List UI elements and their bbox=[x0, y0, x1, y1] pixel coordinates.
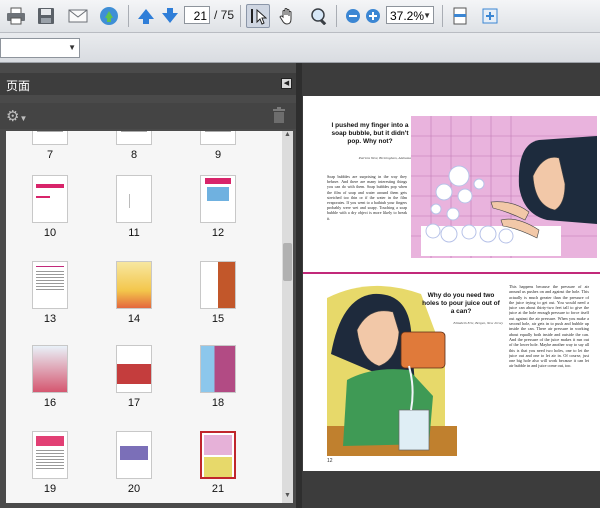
scrollbar-thumb[interactable] bbox=[283, 243, 292, 281]
scroll-up-icon[interactable]: ▲ bbox=[282, 131, 293, 142]
thumbnail-page-number: 10 bbox=[43, 227, 57, 239]
upload-icon[interactable] bbox=[97, 4, 121, 28]
thumbnail-page-number: 21 bbox=[211, 483, 225, 495]
trash-icon[interactable] bbox=[272, 107, 286, 123]
hand-tool-icon[interactable] bbox=[275, 4, 299, 28]
article-1-body: Soap bubbles are surprising in the way t… bbox=[327, 174, 407, 221]
view-dropdown[interactable]: ▼ bbox=[0, 38, 80, 58]
article-1-heading: I pushed my finger into a soap bubble, b… bbox=[331, 122, 409, 145]
pages-panel: 页面 ◀ ⚙▼ 7 8 9 10 11 12 13 14 15 16 17 18 19 20 21 ▲ ▼ bbox=[0, 63, 296, 508]
page-number-input[interactable]: 21 bbox=[184, 6, 210, 24]
chevron-down-icon: ▼ bbox=[68, 43, 76, 52]
page-number: 12 bbox=[327, 458, 333, 464]
thumbnail-page-number: 17 bbox=[127, 397, 141, 409]
zoom-in-icon[interactable] bbox=[361, 4, 385, 28]
next-page-icon[interactable] bbox=[158, 4, 182, 28]
document-page: I pushed my finger into a soap bubble, b… bbox=[303, 96, 600, 471]
toolbar-separator bbox=[240, 5, 241, 27]
thumbnail-page-number: 19 bbox=[43, 483, 57, 495]
thumbnail-page-number: 12 bbox=[211, 227, 225, 239]
thumbnail-image[interactable] bbox=[200, 261, 236, 309]
toolbar-separator bbox=[336, 5, 337, 27]
chevron-down-icon: ▼ bbox=[423, 11, 431, 20]
thumbnail-page-number: 16 bbox=[43, 397, 57, 409]
thumbnail-image[interactable] bbox=[32, 175, 68, 223]
thumbnail-page-number: 20 bbox=[127, 483, 141, 495]
thumbnail-scrollbar[interactable]: ▲ ▼ bbox=[282, 131, 293, 503]
thumbnail-image[interactable] bbox=[32, 261, 68, 309]
zoom-level-select[interactable]: 37.2% ▼ bbox=[386, 6, 434, 24]
thumbnail-page-number: 14 bbox=[127, 313, 141, 325]
main-toolbar: 21 / 75 37.2% ▼ bbox=[0, 0, 600, 33]
thumbnail-image[interactable] bbox=[116, 345, 152, 393]
collapse-panel-button[interactable]: ◀ bbox=[281, 78, 292, 89]
thumbnail-page-number: 7 bbox=[46, 149, 54, 161]
thumbnail-page-number: 11 bbox=[128, 227, 140, 239]
thumbnail-page-number: 18 bbox=[211, 397, 225, 409]
thumbnail-image[interactable] bbox=[116, 131, 152, 145]
thumbnail-image[interactable] bbox=[32, 431, 68, 479]
thumbnail-page-number: 13 bbox=[43, 313, 57, 325]
gear-icon[interactable]: ⚙▼ bbox=[6, 107, 27, 125]
thumbnail-image[interactable] bbox=[200, 175, 236, 223]
select-tool-icon[interactable] bbox=[246, 4, 270, 28]
pages-panel-header: 页面 ◀ bbox=[0, 73, 296, 95]
article-2-body: This happens because the pressure of air… bbox=[509, 284, 589, 369]
thumbnail-image[interactable] bbox=[32, 345, 68, 393]
thumbnail-page-number: 8 bbox=[130, 149, 138, 161]
thumbnail-page-number: 15 bbox=[211, 313, 225, 325]
prev-page-icon[interactable] bbox=[134, 4, 158, 28]
thumbnail-image[interactable] bbox=[200, 131, 236, 145]
thumbnail-list: 7 8 9 10 11 12 13 14 15 16 17 18 19 20 21 bbox=[6, 131, 282, 503]
panel-title: 页面 bbox=[6, 79, 31, 93]
email-icon[interactable] bbox=[66, 4, 90, 28]
thumbnail-image[interactable] bbox=[200, 345, 236, 393]
article-2-heading: Why do you need two holes to pour juice … bbox=[422, 292, 500, 315]
thumbnail-image[interactable] bbox=[116, 261, 152, 309]
toolbar-separator bbox=[442, 5, 443, 27]
article-2-byline: Elizabeth Eric, Bergen, New Jersey bbox=[453, 321, 503, 325]
print-icon[interactable] bbox=[4, 4, 28, 28]
save-icon[interactable] bbox=[34, 4, 58, 28]
toolbar-separator bbox=[128, 5, 129, 27]
scroll-down-icon[interactable]: ▼ bbox=[282, 492, 293, 503]
page-total: / 75 bbox=[214, 8, 235, 22]
thumbnail-image[interactable] bbox=[200, 431, 236, 479]
panel-options-bar: ⚙▼ bbox=[0, 103, 296, 129]
thumbnail-image[interactable] bbox=[32, 131, 68, 145]
zoom-tool-icon[interactable] bbox=[307, 4, 331, 28]
fit-page-icon[interactable] bbox=[448, 4, 472, 28]
thumbnail-image[interactable] bbox=[116, 175, 152, 223]
secondary-toolbar: ▼ bbox=[0, 33, 600, 63]
full-screen-icon[interactable] bbox=[478, 4, 502, 28]
article-1-byline: Patricia West, Birmingham, Alabama bbox=[358, 156, 411, 160]
thumbnail-page-number: 9 bbox=[214, 149, 222, 161]
zoom-level-value: 37.2% bbox=[390, 9, 425, 23]
thumbnail-image[interactable] bbox=[116, 431, 152, 479]
